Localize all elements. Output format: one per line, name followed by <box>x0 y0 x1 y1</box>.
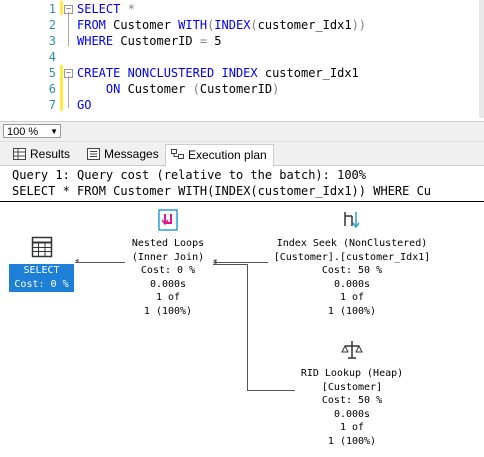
rid-lookup-time: 0.000s <box>333 408 371 420</box>
line-number: 2 <box>48 18 56 32</box>
tab-messages-label: Messages <box>104 147 159 161</box>
editor-status-bar: 100 % ▼ <box>0 121 484 142</box>
fold-guide <box>68 12 69 46</box>
divider <box>0 201 484 202</box>
editor-line[interactable]: 3 WHERE CustomerID = 5 <box>0 33 484 49</box>
rid-lookup-rows: 1 of <box>339 422 365 433</box>
nested-loops-rows: 1 of <box>155 292 181 303</box>
query-sql-text: SELECT * FROM Customer WITH(INDEX(custom… <box>12 184 432 198</box>
tab-execution-plan[interactable]: Execution plan <box>165 144 274 167</box>
tab-results-label: Results <box>30 147 71 161</box>
code-token: ( <box>250 18 258 32</box>
rid-lookup-title: RID Lookup (Heap) <box>300 368 404 379</box>
code-token: WITH <box>178 18 208 32</box>
code-text: WHERE CustomerID = 5 <box>77 33 222 49</box>
nested-loops-pct: 1 (100%) <box>143 305 193 317</box>
tab-messages[interactable]: Messages <box>82 144 165 165</box>
rid-lookup-icon[interactable] <box>340 338 364 362</box>
nested-loops-title: Nested Loops <box>131 238 205 249</box>
fold-guide <box>68 76 69 108</box>
code-text: ON Customer (CustomerID) <box>77 81 279 97</box>
code-token: CustomerID <box>199 82 273 96</box>
code-token: * <box>120 2 135 16</box>
index-seek-subtitle: [Customer].[customer_Idx1] <box>273 251 431 263</box>
index-seek-cost: Cost: 50 % <box>321 265 383 276</box>
code-token: Customer <box>105 18 179 32</box>
execution-plan-icon <box>171 149 184 159</box>
editor-line[interactable]: 7 GO <box>0 97 484 113</box>
editor-line[interactable]: 6 ON Customer (CustomerID) <box>0 81 484 97</box>
code-text: CREATE NONCLUSTERED INDEX customer_Idx1 <box>77 65 359 81</box>
code-token: ( <box>192 82 200 96</box>
select-operator-icon[interactable] <box>31 236 53 258</box>
index-seek-icon[interactable] <box>341 208 363 232</box>
line-number: 1 <box>48 2 56 16</box>
tab-execution-plan-label: Execution plan <box>188 148 267 162</box>
select-node-label: SELECT <box>23 265 60 276</box>
index-seek-node[interactable]: Index Seek (NonClustered) [Customer].[cu… <box>262 237 442 318</box>
messages-icon <box>87 148 100 160</box>
editor-line[interactable]: 2 FROM Customer WITH(INDEX(customer_Idx1)… <box>0 17 484 33</box>
code-token: GO <box>77 98 92 112</box>
code-token: customer_Idx1 <box>257 18 352 32</box>
index-seek-rows: 1 of <box>339 292 365 303</box>
rid-lookup-node[interactable]: RID Lookup (Heap) [Customer] Cost: 50 % … <box>282 367 422 448</box>
zoom-dropdown[interactable]: 100 % ▼ <box>3 124 61 138</box>
arrow-icon: ◂ <box>74 256 80 266</box>
results-tabs: Results Messages Execution plan <box>0 142 484 167</box>
query-cost-header: Query 1: Query cost (relative to the bat… <box>12 168 367 182</box>
line-number: 4 <box>48 50 56 64</box>
line-number: 6 <box>48 82 56 96</box>
rid-lookup-pct: 1 (100%) <box>327 435 377 447</box>
rid-lookup-cost: Cost: 50 % <box>321 395 383 406</box>
nested-loops-time: 0.000s <box>149 278 187 290</box>
code-token: customer_Idx1 <box>257 66 359 80</box>
line-number: 7 <box>48 98 56 112</box>
code-token: INDEX <box>214 18 251 32</box>
code-token: SELECT <box>77 2 121 16</box>
zoom-value: 100 % <box>7 126 39 138</box>
code-token: )) <box>351 18 367 32</box>
nested-loops-icon[interactable] <box>157 208 179 232</box>
grid-icon <box>13 148 26 160</box>
line-number: 5 <box>48 66 56 80</box>
nested-loops-node[interactable]: Nested Loops (Inner Join) Cost: 0 % 0.00… <box>120 237 216 318</box>
line-number: 3 <box>48 34 56 48</box>
editor-line[interactable]: 1− SELECT * <box>0 1 484 17</box>
select-node[interactable]: SELECT Cost: 0 % <box>9 264 74 292</box>
code-token: WHERE <box>77 34 114 48</box>
query-editor[interactable]: 1− SELECT * 2 FROM Customer WITH(INDEX(cust… <box>0 0 484 118</box>
connector-line <box>213 262 268 263</box>
code-token: CustomerID <box>113 34 200 48</box>
connector-line <box>247 264 248 391</box>
nested-loops-subtitle: (Inner Join) <box>131 251 205 263</box>
tab-results[interactable]: Results <box>8 144 76 165</box>
connector-line <box>213 264 248 265</box>
chevron-down-icon: ▼ <box>50 127 58 136</box>
code-token: Customer <box>120 82 193 96</box>
code-text: SELECT * <box>77 1 135 17</box>
select-node-cost: Cost: 0 % <box>14 278 69 290</box>
code-token: ON <box>77 82 121 96</box>
editor-line[interactable]: 4 <box>0 49 484 65</box>
code-token: 5 <box>207 34 222 48</box>
nested-loops-cost: Cost: 0 % <box>140 265 196 276</box>
editor-scrollbar[interactable] <box>479 0 484 118</box>
connector-line <box>75 262 125 263</box>
code-token: = <box>199 34 208 48</box>
rid-lookup-subtitle: [Customer] <box>321 381 383 393</box>
code-token: ) <box>272 82 280 96</box>
index-seek-pct: 1 (100%) <box>327 305 377 317</box>
code-token: CREATE NONCLUSTERED INDEX <box>77 66 258 80</box>
editor-line[interactable]: 5− CREATE NONCLUSTERED INDEX customer_Idx… <box>0 65 484 81</box>
code-text: FROM Customer WITH(INDEX(customer_Idx1)) <box>77 17 366 33</box>
index-seek-time: 0.000s <box>333 278 371 290</box>
code-token: FROM <box>77 18 106 32</box>
code-text: GO <box>77 97 91 113</box>
index-seek-title: Index Seek (NonClustered) <box>276 238 428 249</box>
